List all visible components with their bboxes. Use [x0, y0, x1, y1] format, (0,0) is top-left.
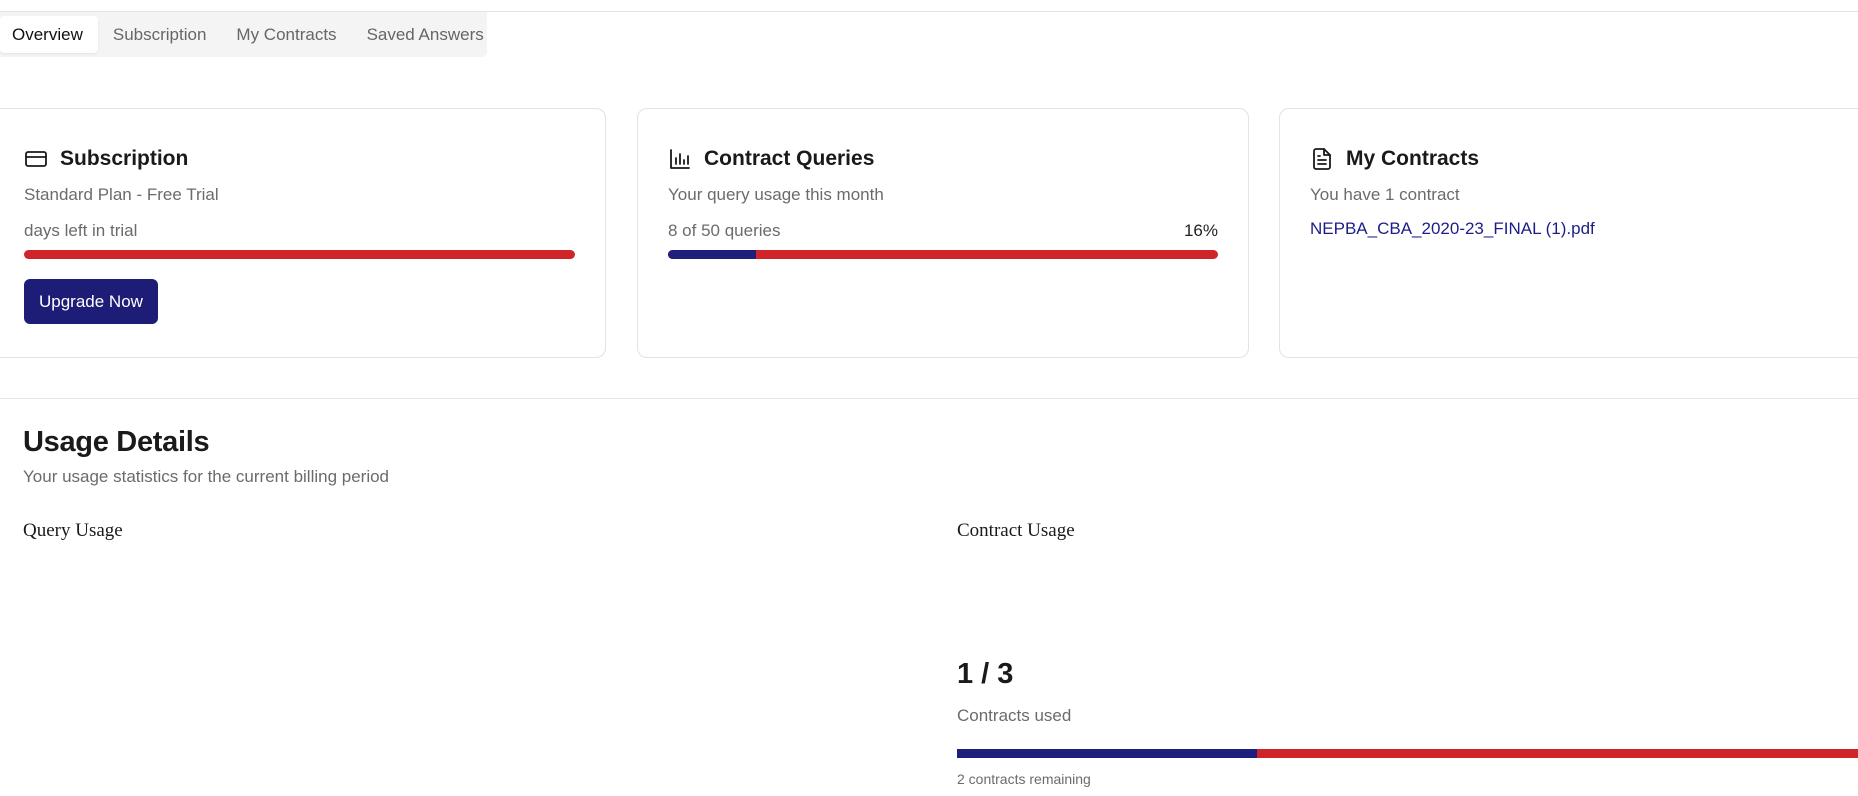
contract-usage-fill [957, 749, 1258, 758]
trial-progress-bar [24, 250, 575, 259]
contract-usage-heading: Contract Usage [957, 520, 1075, 541]
queries-card-title: Contract Queries [668, 145, 1218, 173]
contracts-card-title: My Contracts [1310, 145, 1848, 173]
queries-description: Your query usage this month [668, 185, 884, 204]
contracts-ratio: 1 / 3 [957, 658, 1014, 690]
queries-progress-bar [668, 250, 1218, 259]
queries-title-text: Contract Queries [704, 147, 875, 170]
contract-file-link[interactable]: NEPBA_CBA_2020-23_FINAL (1).pdf [1310, 219, 1595, 239]
usage-details-subtitle: Your usage statistics for the current bi… [23, 467, 390, 486]
trial-days-text: days left in trial [24, 219, 575, 243]
subscription-card: Subscription Standard Plan - Free Trial … [0, 108, 606, 358]
contracts-used-label: Contracts used [957, 706, 1072, 725]
plan-name: Standard Plan - Free Trial [24, 185, 219, 204]
tab-subscription[interactable]: Subscription [98, 16, 222, 53]
contract-queries-card: Contract Queries Your query usage this m… [637, 108, 1249, 358]
tab-overview[interactable]: Overview [0, 16, 98, 53]
my-contracts-card: My Contracts You have 1 contract NEPBA_C… [1279, 108, 1858, 358]
subscription-card-title: Subscription [24, 145, 575, 173]
document-icon [1313, 148, 1331, 170]
queries-usage-row: 8 of 50 queries 16% [668, 219, 1218, 243]
section-divider [0, 398, 1858, 399]
queries-percent: 16% [1183, 221, 1218, 240]
queries-progress-fill [668, 250, 756, 259]
query-usage-heading: Query Usage [23, 520, 123, 541]
queries-usage-text: 8 of 50 queries [668, 221, 781, 240]
contract-usage-bar [957, 749, 1858, 758]
contracts-title-text: My Contracts [1346, 147, 1480, 170]
credit-card-icon [25, 151, 47, 167]
usage-details-title: Usage Details [23, 426, 210, 458]
trial-days-label: days left in trial [24, 221, 138, 240]
upgrade-now-button[interactable]: Upgrade Now [24, 279, 158, 324]
tab-bar: Overview Subscription My Contracts Saved… [0, 12, 487, 57]
contracts-count-text: You have 1 contract [1310, 185, 1460, 204]
subscription-title-text: Subscription [60, 147, 189, 170]
tab-saved-answers[interactable]: Saved Answers [352, 16, 499, 53]
bar-chart-icon [670, 149, 690, 169]
contracts-remaining: 2 contracts remaining [957, 771, 1091, 787]
tab-my-contracts[interactable]: My Contracts [221, 16, 351, 53]
